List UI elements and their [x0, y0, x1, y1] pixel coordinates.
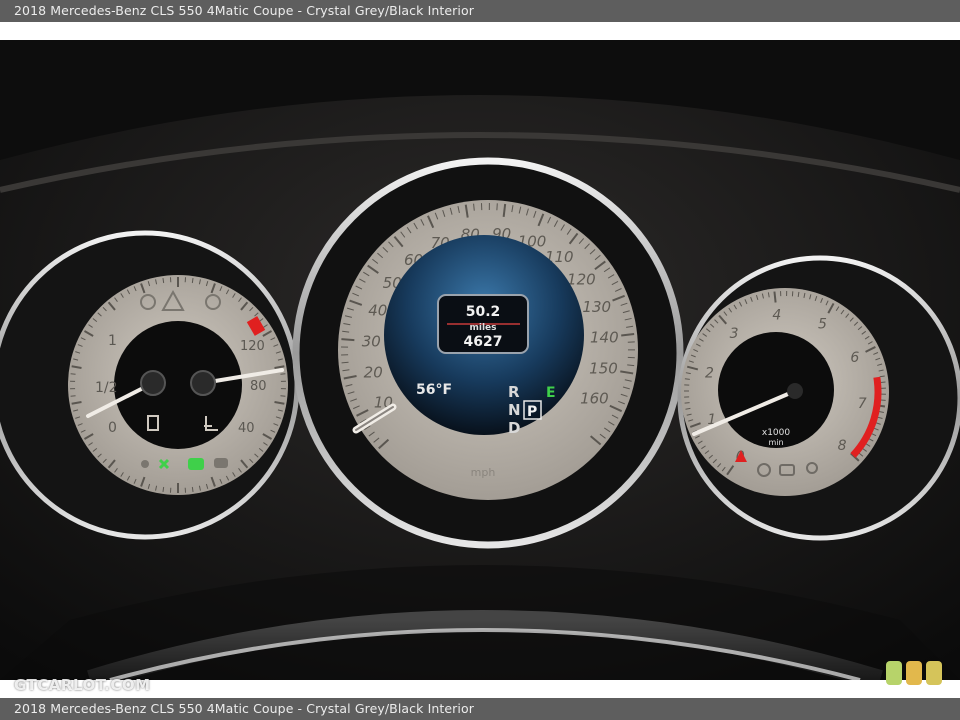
left-gauge-tick	[191, 277, 194, 284]
gear-r: R	[508, 383, 520, 401]
left-gauge-tick	[70, 395, 76, 397]
left-gauge: 1 1/2 0 120 80 40	[0, 230, 300, 540]
tach-label: 3	[730, 326, 739, 342]
image-caption-bottom: 2018 Mercedes-Benz CLS 550 4Matic Coupe …	[0, 698, 960, 720]
fuel-label-empty: 0	[108, 420, 117, 436]
speed-label: 30	[362, 332, 381, 350]
trip-value: 50.2	[466, 304, 501, 320]
left-gauge-tick	[280, 395, 286, 397]
rpm-unit-min: min	[768, 438, 783, 447]
left-gauge-tick	[162, 486, 165, 493]
outside-temperature: 56°F	[416, 382, 452, 398]
watermark-logo-icon	[886, 661, 942, 685]
speed-label: 130	[582, 298, 611, 316]
fuel-label-full: 1	[108, 333, 117, 349]
speed-tick	[341, 338, 355, 342]
temp-label-40: 40	[238, 421, 255, 436]
tach-tick	[684, 402, 690, 404]
odometer-value: 4627	[464, 334, 503, 350]
tach-label: 4	[772, 307, 781, 323]
tach-label: 6	[850, 350, 859, 366]
caption-spacer-top	[0, 22, 960, 40]
gear-n: N	[508, 401, 521, 419]
temp-needle-hub	[190, 370, 216, 396]
speed-label: 160	[580, 390, 609, 408]
headlight-indicator-icon	[188, 458, 204, 470]
tach-tick	[684, 378, 690, 380]
speed-label: 150	[589, 360, 618, 378]
site-watermark: GTCARLOT.COM	[14, 676, 151, 694]
fuel-needle-hub	[140, 370, 166, 396]
fuel-label-half: 1/2	[95, 380, 118, 396]
left-gauge-tick	[70, 373, 76, 375]
gear-d: D	[508, 419, 520, 437]
speed-label: 140	[590, 328, 619, 346]
tach-tick	[773, 291, 777, 303]
gear-p: P	[527, 404, 537, 420]
eco-indicator: E	[546, 385, 556, 401]
speedometer: 10203040506070 80 90 100110120130140150160 …	[292, 157, 684, 549]
tach-label: 2	[705, 365, 714, 381]
left-gauge-tick	[191, 486, 194, 493]
speed-tick	[341, 361, 349, 364]
image-caption-top: 2018 Mercedes-Benz CLS 550 4Matic Coupe …	[0, 0, 960, 22]
speed-label: 40	[368, 302, 387, 320]
temp-label-120: 120	[240, 339, 265, 354]
tachometer: 012345678 x1000 min	[677, 255, 960, 541]
speed-tick	[473, 203, 475, 211]
left-gauge-center	[114, 321, 242, 449]
temp-label-80: 80	[250, 379, 267, 394]
parking-light-indicator-icon	[141, 460, 149, 468]
rpm-needle-hub	[787, 383, 803, 399]
tach-label: 8	[838, 438, 847, 454]
fog-light-indicator-icon	[214, 458, 228, 468]
speed-unit: mph	[471, 466, 496, 479]
tach-label: 5	[818, 317, 827, 333]
instrument-cluster-photo: 1 1/2 0 120 80 40 10 20 30 40 50 60 70 80 90 100 1…	[0, 40, 960, 680]
left-gauge-tick	[162, 277, 165, 284]
rpm-unit-multiplier: x1000	[762, 428, 791, 438]
tach-label: 7	[858, 396, 867, 412]
left-gauge-tick	[280, 373, 286, 375]
tach-tick	[797, 291, 800, 297]
speed-label: 20	[364, 364, 383, 382]
trip-unit: miles	[469, 323, 496, 333]
speed-tick	[621, 333, 635, 337]
speed-label: 120	[567, 270, 596, 288]
